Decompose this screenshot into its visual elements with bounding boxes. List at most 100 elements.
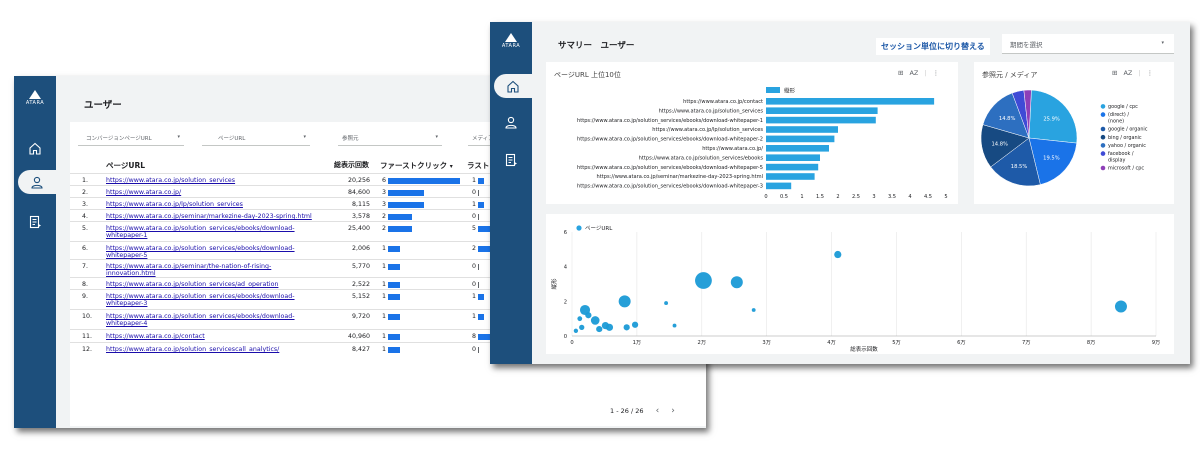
page-url-link[interactable]: https://www.atara.co.jp/lp/solution_serv…	[106, 201, 316, 208]
legend-swatch	[1100, 126, 1106, 132]
first-click-value: 1	[382, 293, 387, 300]
logo-text: ATARA	[25, 100, 45, 106]
atara-logo[interactable]: ATARA	[490, 33, 532, 49]
page-url-link[interactable]: https://www.atara.co.jp/seminar/the-nati…	[106, 263, 316, 277]
bubble-point	[577, 316, 583, 322]
page-url-link[interactable]: https://www.atara.co.jp/solution_service…	[106, 313, 316, 327]
x-tick-label: 2	[836, 194, 839, 200]
row-number: 3.	[82, 201, 89, 208]
last-click-value: 0	[472, 263, 477, 270]
col-header-first-click[interactable]: ファーストクリック ▾	[380, 160, 453, 172]
date-range-select[interactable]: 期間を選択 ▾	[1002, 34, 1174, 54]
chevron-down-icon: ▾	[303, 134, 306, 140]
pie-slice-label: 14.8%	[999, 116, 1016, 122]
col-header-last[interactable]: ラスト	[467, 160, 489, 172]
page-url-link[interactable]: https://www.atara.co.jp/solution_service…	[106, 293, 316, 307]
bubble-point	[585, 312, 592, 319]
row-number: 7.	[82, 263, 89, 270]
last-click-value: 0	[472, 281, 477, 288]
last-click-bar	[478, 282, 479, 288]
last-click-value: 5	[472, 225, 477, 232]
filter-source[interactable]: 参照元 ▾	[338, 128, 442, 146]
nav-home[interactable]	[18, 136, 52, 160]
bar	[766, 107, 878, 114]
first-click-bar	[388, 214, 412, 220]
bar	[766, 116, 876, 124]
bar-category-label: https://www.atara.co.jp/lp/solution_serv…	[652, 127, 763, 133]
impressions-value: 3,578	[351, 213, 370, 220]
logo-mark-icon	[505, 33, 517, 42]
next-page-button[interactable]: ›	[671, 406, 675, 416]
x-tick-label: 1万	[633, 339, 642, 346]
impressions-value: 40,960	[347, 333, 370, 340]
bubble-point	[579, 324, 585, 330]
col-header-label: ファーストクリック	[380, 161, 448, 170]
nav-report[interactable]	[494, 148, 528, 172]
page-url-link[interactable]: https://www.atara.co.jp/solution_service…	[106, 346, 316, 353]
nav-user[interactable]	[494, 110, 528, 134]
pie-slice-label: 14.8%	[991, 141, 1008, 147]
switch-to-session-button[interactable]: セッション単位に切り替える	[876, 38, 990, 55]
x-tick-label: 3万	[762, 339, 771, 346]
bar-category-label: https://www.atara.co.jp/solution_service…	[577, 118, 763, 124]
pagination-range: 1 - 26 / 26	[610, 407, 644, 415]
last-click-value: 0	[472, 189, 477, 196]
impressions-value: 5,152	[351, 293, 370, 300]
user-icon	[505, 116, 517, 129]
home-icon	[507, 80, 519, 93]
first-click-bar	[388, 282, 400, 288]
x-tick-label: 2.5	[852, 194, 860, 200]
user-icon	[31, 176, 43, 189]
page-title: サマリー ユーザー	[558, 41, 635, 51]
impressions-value: 20,256	[347, 177, 370, 184]
bar	[766, 173, 815, 180]
row-number: 9.	[82, 293, 89, 300]
bar-category-label: https://www.atara.co.jp/solution_service…	[577, 137, 763, 143]
chevron-down-icon: ▾	[435, 134, 438, 140]
pagination: 1 - 26 / 26 ‹ ›	[610, 406, 675, 416]
col-header-page-url[interactable]: ページURL	[106, 160, 145, 172]
filter-conversion-page-url[interactable]: コンバージョンページURL ▾	[78, 128, 184, 146]
page-url-link[interactable]: https://www.atara.co.jp/solution_service…	[106, 245, 316, 259]
page-url-link[interactable]: https://www.atara.co.jp/solution_service…	[106, 225, 316, 239]
x-tick-label: 0.5	[780, 194, 788, 200]
impressions-value: 9,720	[351, 313, 370, 320]
x-tick-label: 9万	[1152, 339, 1161, 346]
x-tick-label: 5	[944, 194, 947, 200]
filter-page-url[interactable]: ページURL ▾	[202, 128, 310, 146]
nav-report[interactable]	[18, 210, 52, 234]
legend-label: facebook /	[1108, 151, 1134, 157]
bar	[766, 154, 820, 161]
first-click-value: 1	[382, 245, 387, 252]
first-click-value: 1	[382, 263, 387, 270]
row-number: 2.	[82, 189, 89, 196]
legend-swatch	[1100, 112, 1106, 117]
legend-label: bing / organic	[1108, 135, 1142, 141]
prev-page-button[interactable]: ‹	[656, 406, 660, 416]
sort-desc-icon: ▾	[449, 163, 453, 170]
col-header-impressions[interactable]: 総表示回数	[334, 160, 369, 172]
nav-user[interactable]	[18, 170, 56, 194]
page-title: ユーザー	[84, 100, 122, 111]
page-url-link[interactable]: https://www.atara.co.jp/	[106, 189, 316, 196]
page-url-link[interactable]: https://www.atara.co.jp/seminar/markezin…	[106, 213, 316, 220]
page-url-link[interactable]: https://www.atara.co.jp/solution_service…	[106, 281, 316, 288]
row-number: 12.	[82, 346, 93, 353]
url-bubble-chart: ページURL 0 1万 2万 3万 4万 5万 6万 7万 8万 9万 0 2 4 6 総表示回数 縦形	[550, 225, 1161, 353]
row-number: 4.	[82, 213, 89, 220]
legend-label: google / organic	[1108, 127, 1148, 133]
bar-category-label: https://www.atara.co.jp/	[702, 146, 763, 152]
legend-label: (none)	[1108, 118, 1124, 124]
page-url-link[interactable]: https://www.atara.co.jp/contact	[106, 333, 316, 340]
y-tick-label: 2	[564, 299, 567, 305]
legend-label: (direct) /	[1108, 112, 1129, 118]
first-click-bar	[388, 347, 400, 353]
page-url-link[interactable]: https://www.atara.co.jp/solution_service…	[106, 177, 316, 184]
x-tick-label: 7万	[1022, 339, 1030, 346]
last-click-value: 1	[472, 177, 477, 184]
x-tick-label: 5万	[892, 339, 901, 346]
first-click-bar	[388, 190, 424, 196]
nav-home[interactable]	[494, 74, 532, 98]
bubble-point	[623, 324, 630, 331]
atara-logo[interactable]: ATARA	[14, 90, 56, 106]
